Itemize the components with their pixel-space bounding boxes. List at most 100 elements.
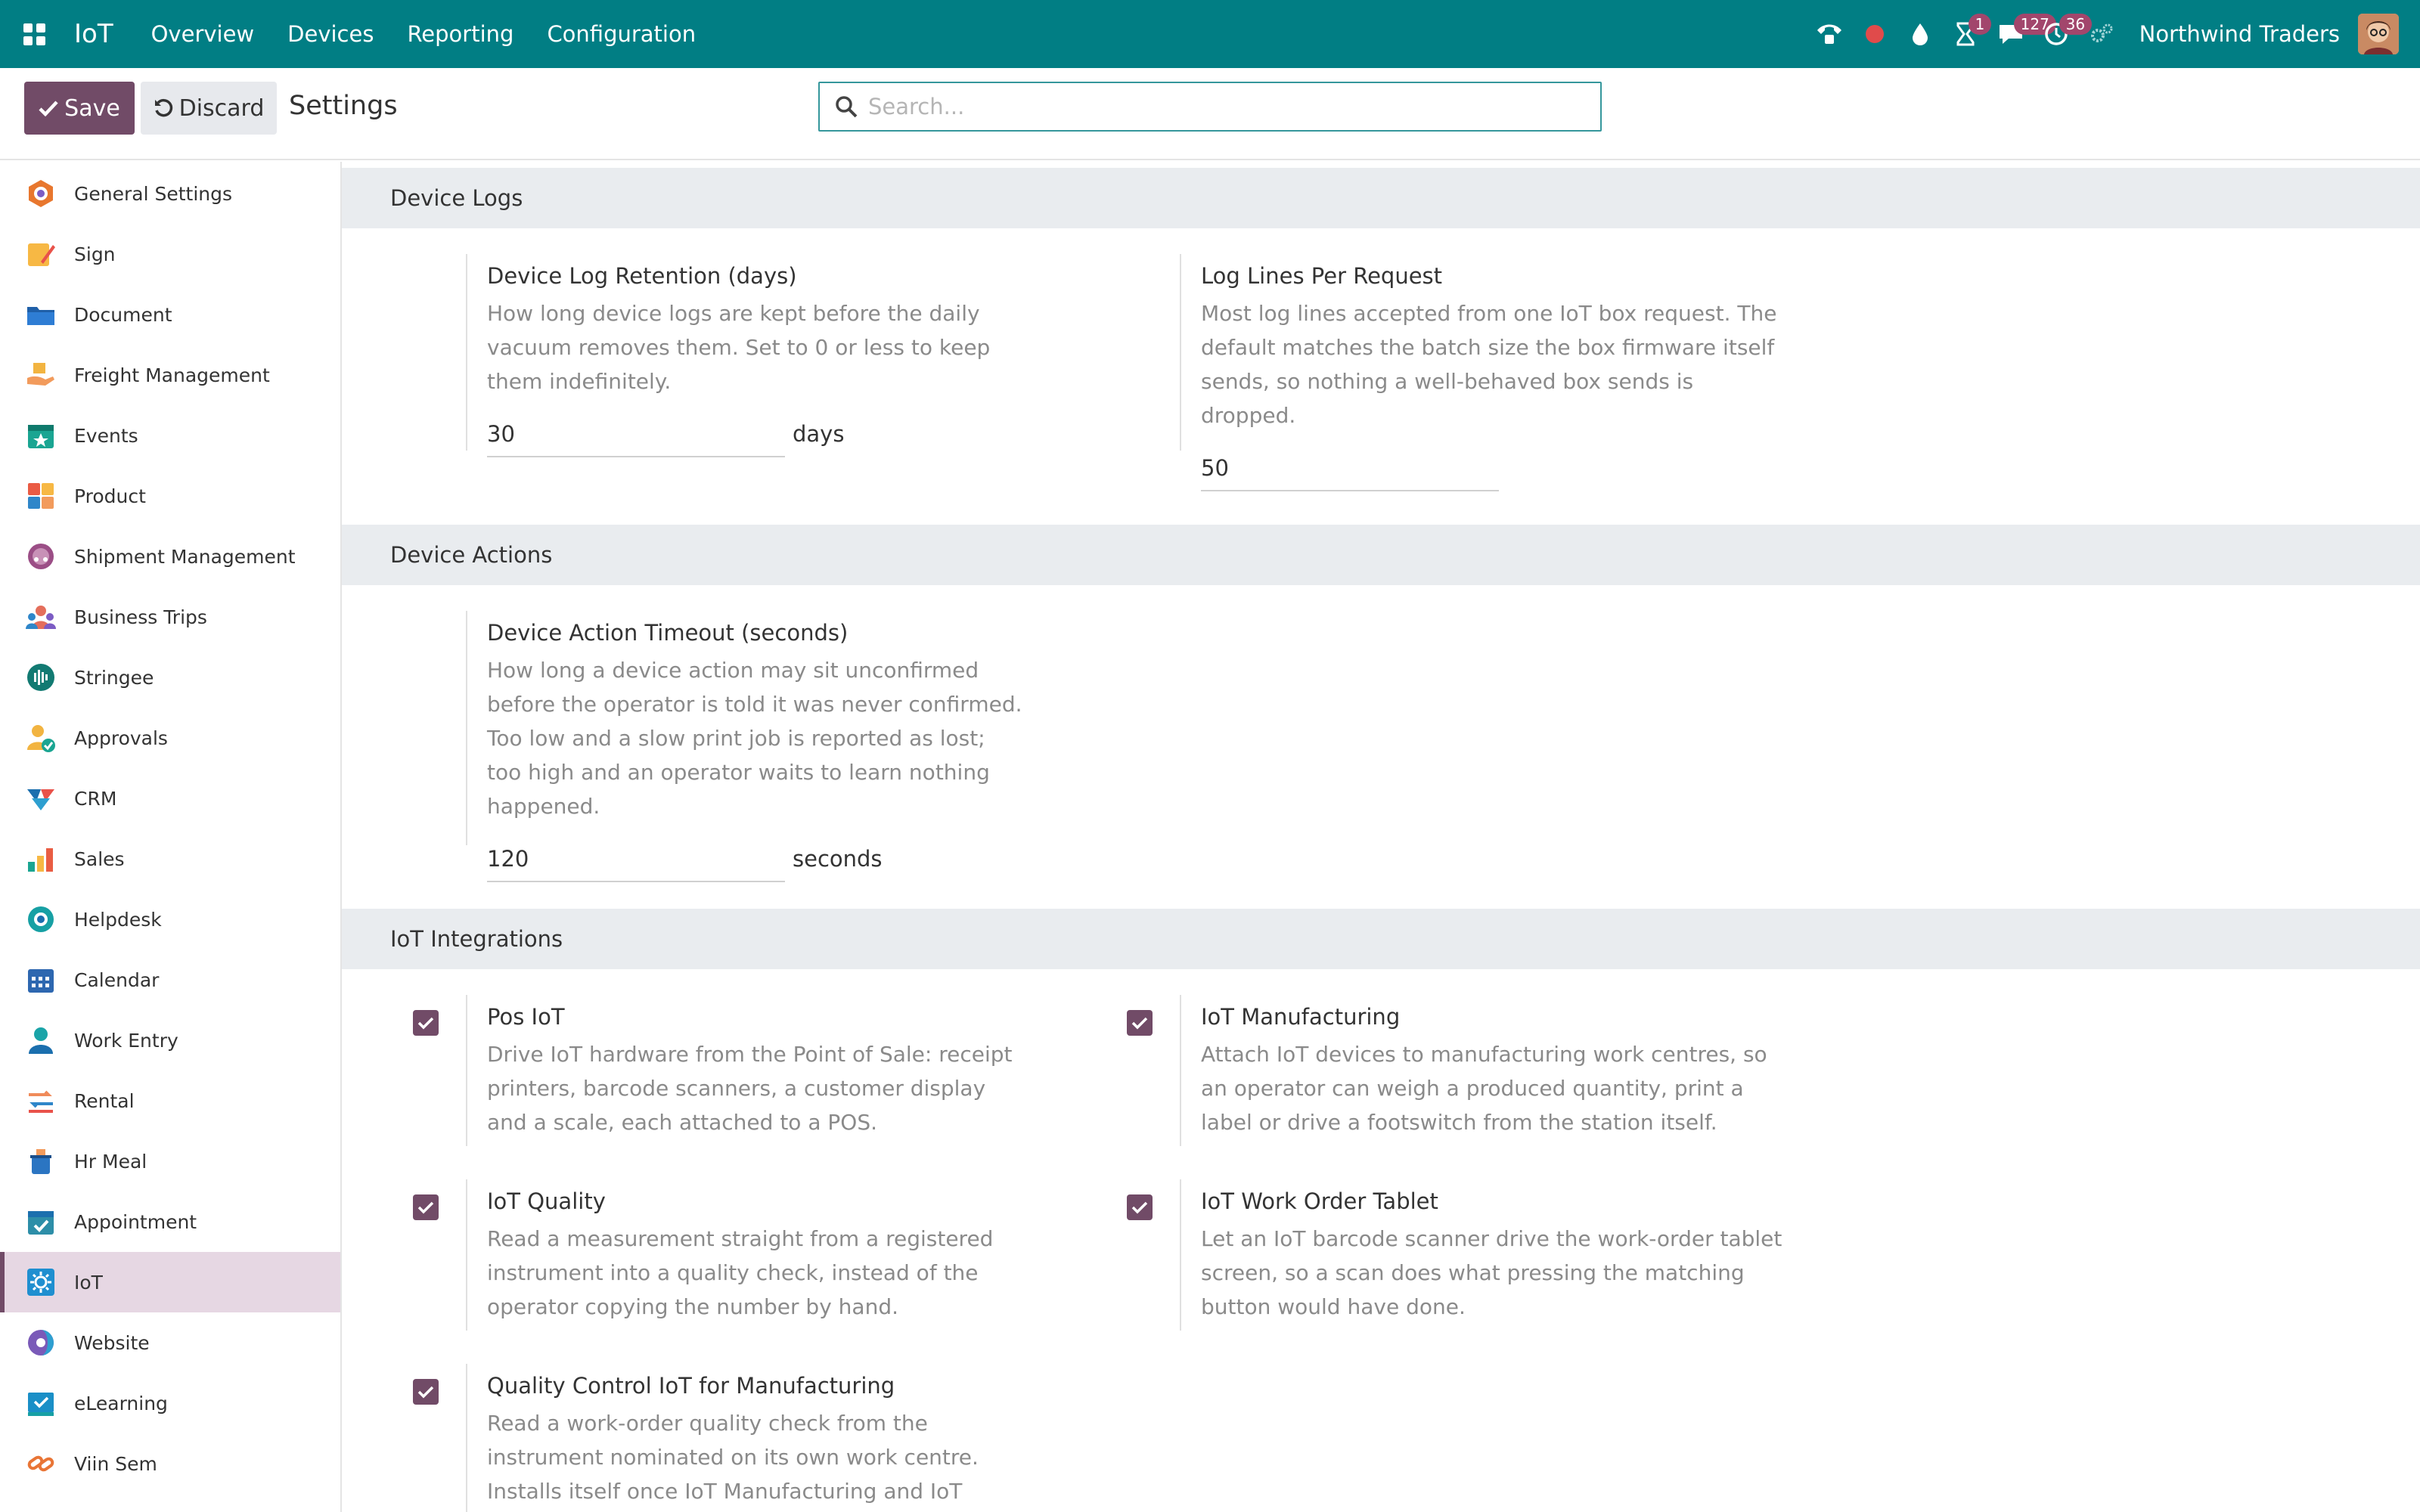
sidebar-item-calendar[interactable]: Calendar [0,950,340,1010]
sidebar-item-crm[interactable]: CRM [0,768,340,829]
control-panel: Save Discard Settings [0,68,2420,160]
phone-icon[interactable] [1807,0,1852,68]
checkmark-icon [417,1386,434,1399]
sidebar-item-sales[interactable]: Sales [0,829,340,889]
sidebar-item-freight-management[interactable]: Freight Management [0,345,340,405]
action-timeout-help: How long a device action may sit unconfi… [487,658,1022,819]
document-icon [26,299,56,330]
viin-sem-icon [26,1448,56,1479]
business-trips-icon [26,602,56,632]
user-avatar[interactable] [2358,14,2399,54]
general-settings-icon [26,178,56,209]
pos-iot-help: Drive IoT hardware from the Point of Sal… [487,1042,1013,1135]
setting-iot-quality: IoT Quality Read a measurement straight … [342,1179,1022,1331]
sidebar-item-product[interactable]: Product [0,466,340,526]
quality-control-iot-mrp-checkbox[interactable] [413,1379,439,1405]
sales-icon [26,844,56,874]
setting-pos-iot: Pos IoT Drive IoT hardware from the Poin… [342,995,1022,1146]
sidebar-item-website[interactable]: Website [0,1312,340,1373]
sidebar-item-sign[interactable]: Sign [0,224,340,284]
sidebar-item-helpdesk[interactable]: Helpdesk [0,889,340,950]
setting-iot-work-order-tablet: IoT Work Order Tablet Let an IoT barcode… [1056,1179,1782,1331]
iot-quality-label: IoT Quality [487,1188,606,1214]
save-button[interactable]: Save [24,82,135,135]
sidebar-item-hr-meal[interactable]: Hr Meal [0,1131,340,1191]
appointment-icon [26,1207,56,1237]
action-timeout-unit: seconds [793,846,883,872]
hourglass-icon[interactable]: 1 [1943,0,1992,68]
sidebar-item-business-trips[interactable]: Business Trips [0,587,340,647]
section-device-logs: Device Log Retention (days) How long dev… [342,228,2420,519]
record-icon[interactable] [1852,0,1897,68]
website-icon [26,1328,56,1358]
sidebar-item-shipment-management[interactable]: Shipment Management [0,526,340,587]
search-icon [836,96,858,118]
app-brand[interactable]: IoT [74,19,113,49]
elearning-icon [26,1388,56,1418]
action-timeout-label: Device Action Timeout (seconds) [487,620,849,646]
crm-icon [26,783,56,813]
gears-icon[interactable] [2079,0,2124,68]
sidebar-item-appointment[interactable]: Appointment [0,1191,340,1252]
rental-icon [26,1086,56,1116]
helpdesk-icon [26,904,56,934]
log-lines-input[interactable]: 50 [1201,452,1499,491]
log-lines-label: Log Lines Per Request [1201,263,1443,289]
discard-button[interactable]: Discard [141,82,277,135]
log-retention-input[interactable]: 30 [487,418,785,457]
iot-work-order-tablet-label: IoT Work Order Tablet [1201,1188,1438,1214]
section-device-actions-title: Device Actions [342,525,2420,585]
log-retention-help: How long device logs are kept before the… [487,301,991,394]
sidebar-item-rental[interactable]: Rental [0,1070,340,1131]
sidebar-item-iot[interactable]: IoT [0,1252,340,1312]
quality-control-iot-mrp-label: Quality Control IoT for Manufacturing [487,1373,895,1399]
iot-manufacturing-label: IoT Manufacturing [1201,1004,1401,1030]
stringee-icon [26,662,56,692]
menu-reporting[interactable]: Reporting [407,21,513,47]
company-switcher[interactable]: Northwind Traders [2139,21,2340,47]
sidebar-item-work-entry[interactable]: Work Entry [0,1010,340,1070]
log-lines-help: Most log lines accepted from one IoT box… [1201,301,1777,428]
settings-sidebar: General Settings Sign Document Freight M… [0,162,342,1512]
drop-icon[interactable] [1897,0,1943,68]
action-timeout-input[interactable]: 120 [487,843,785,882]
systray: 1 127 36 Northwind Traders [1807,0,2399,68]
messages-icon[interactable]: 127 [1988,0,2056,68]
discard-label: Discard [178,94,265,122]
check-icon [39,101,58,116]
sidebar-item-general-settings[interactable]: General Settings [0,163,340,224]
menu-devices[interactable]: Devices [287,21,374,47]
sidebar-item-stringee[interactable]: Stringee [0,647,340,708]
checkmark-icon [417,1017,434,1030]
clock-icon[interactable]: 36 [2034,0,2093,68]
checkmark-icon [1131,1201,1148,1214]
iot-manufacturing-checkbox[interactable] [1127,1010,1153,1036]
events-icon [26,420,56,451]
apps-menu-icon[interactable] [0,0,68,68]
pos-iot-checkbox[interactable] [413,1010,439,1036]
menu-configuration[interactable]: Configuration [547,21,696,47]
iot-work-order-tablet-checkbox[interactable] [1127,1194,1153,1220]
calendar-icon [26,965,56,995]
undo-icon [154,98,172,117]
search-input[interactable] [868,94,1549,119]
section-device-actions: Device Action Timeout (seconds) How long… [342,585,2420,903]
sidebar-item-elearning[interactable]: eLearning [0,1373,340,1433]
iot-quality-checkbox[interactable] [413,1194,439,1220]
hr-meal-icon [26,1146,56,1176]
sidebar-item-approvals[interactable]: Approvals [0,708,340,768]
sidebar-item-document[interactable]: Document [0,284,340,345]
settings-content: Device Logs Device Log Retention (days) … [342,162,2420,1512]
log-retention-unit: days [793,421,845,447]
checkmark-icon [1131,1017,1148,1030]
sidebar-item-events[interactable]: Events [0,405,340,466]
log-retention-label: Device Log Retention (days) [487,263,797,289]
checkmark-icon [417,1201,434,1214]
iot-quality-help: Read a measurement straight from a regis… [487,1226,994,1319]
product-icon [26,481,56,511]
iot-icon [26,1267,56,1297]
section-iot-integrations-title: IoT Integrations [342,909,2420,969]
sidebar-item-viin-sem[interactable]: Viin Sem [0,1433,340,1494]
menu-overview[interactable]: Overview [151,21,255,47]
setting-quality-control-iot-mrp: Quality Control IoT for Manufacturing Re… [342,1364,1022,1512]
